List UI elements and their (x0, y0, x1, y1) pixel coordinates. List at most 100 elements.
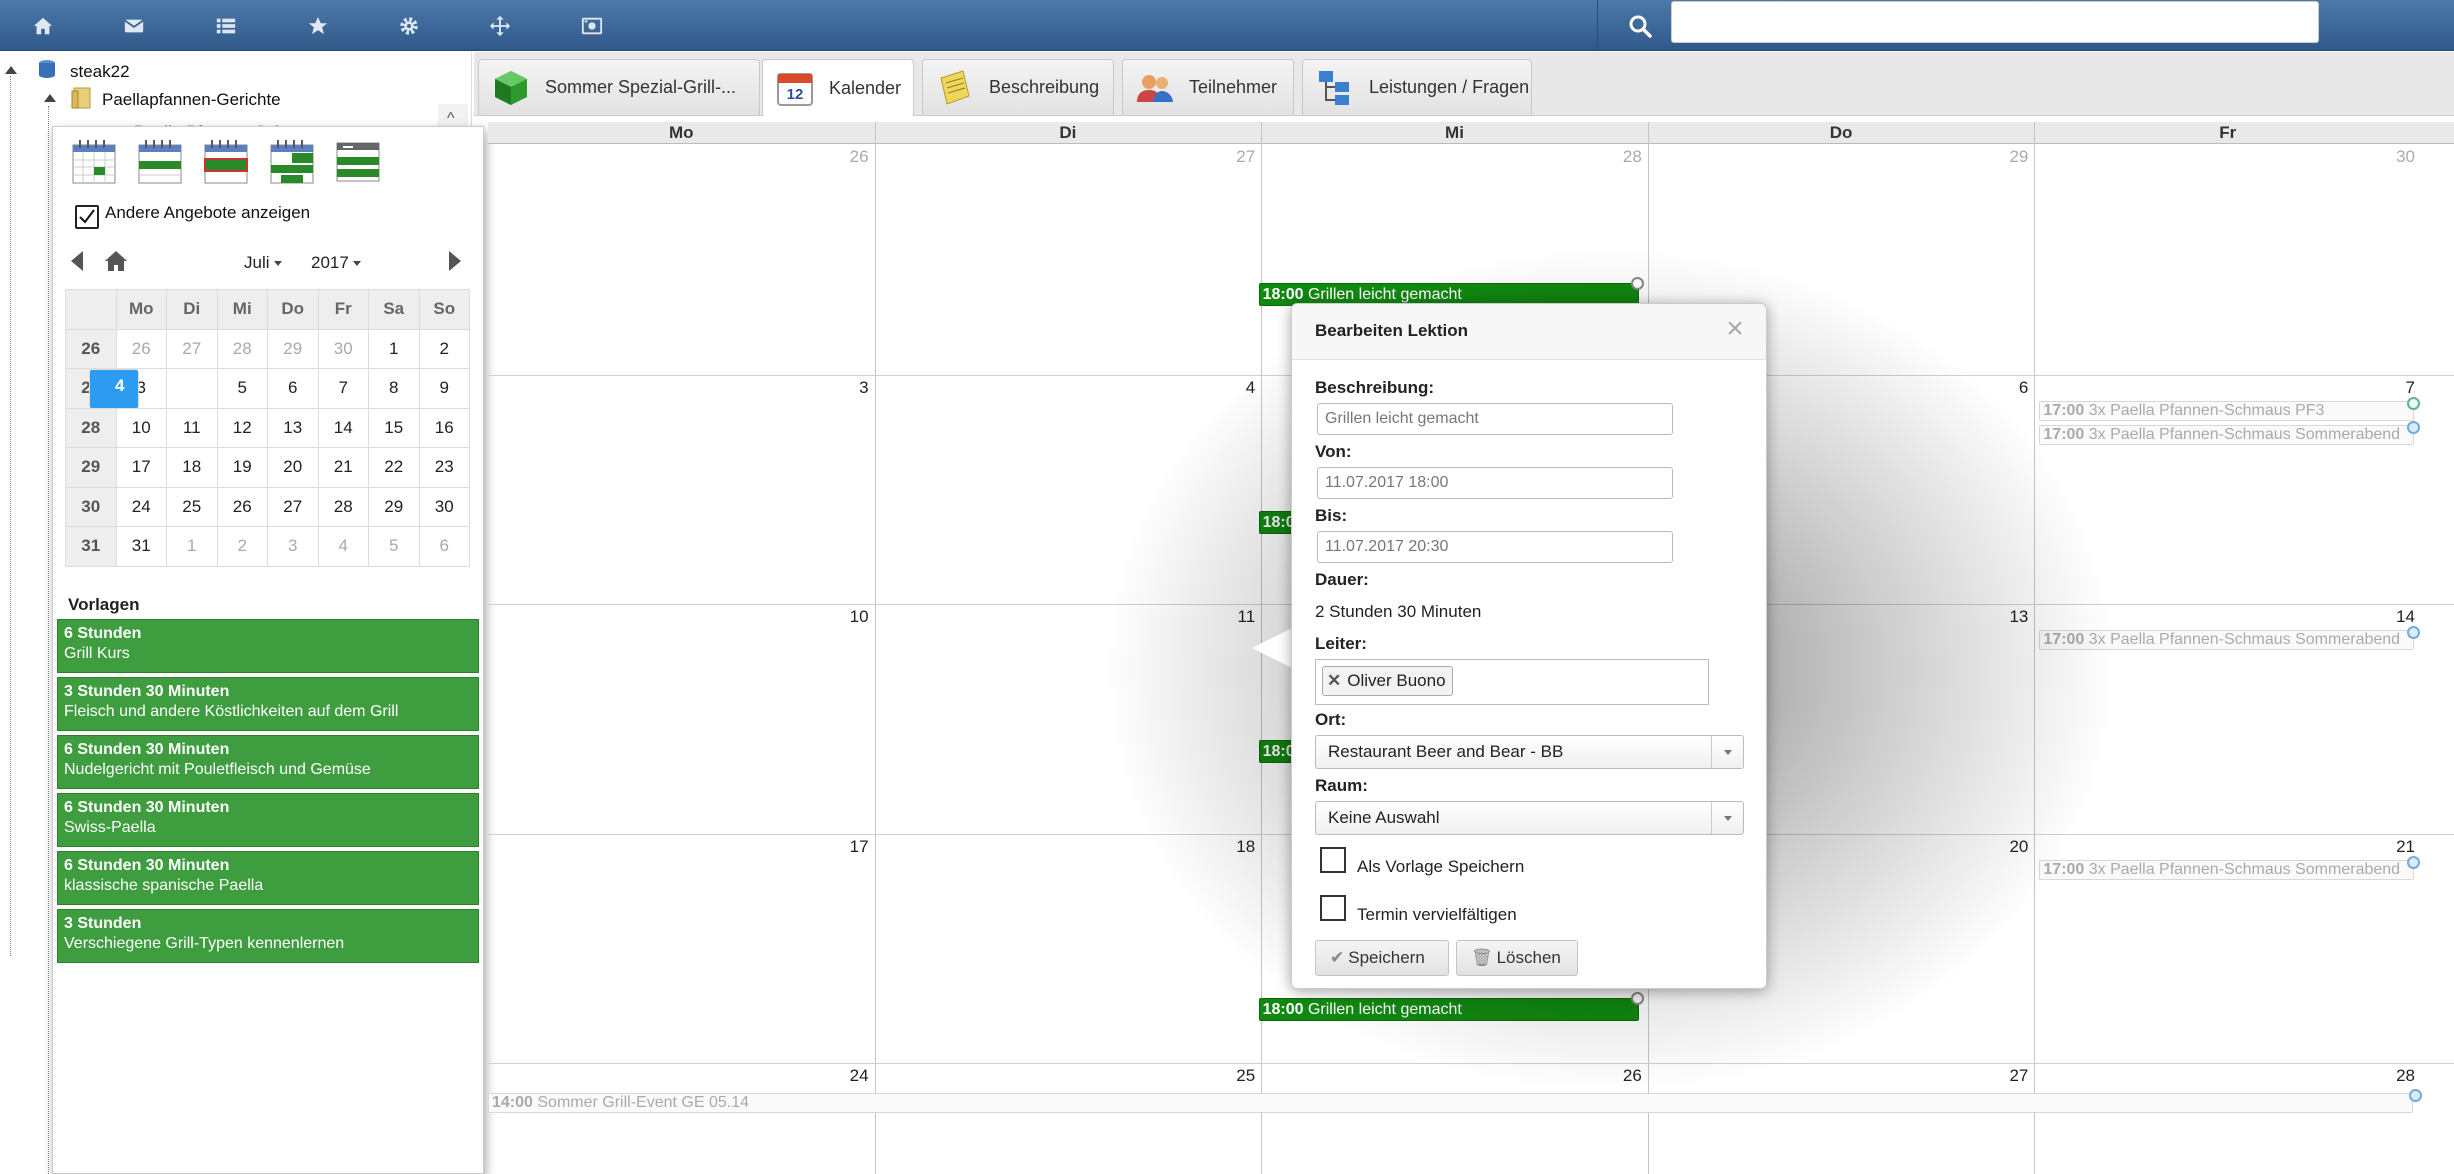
view-list-icon[interactable] (335, 137, 381, 185)
mini-day[interactable]: 17 (115, 447, 167, 488)
today-home-icon[interactable] (103, 249, 129, 273)
dropdown-arrow-icon[interactable] (1711, 736, 1743, 768)
mini-day[interactable]: 1 (166, 526, 218, 567)
mini-day[interactable]: 29 (368, 486, 420, 527)
mini-day[interactable]: 19 (216, 447, 268, 488)
search-icon[interactable] (1622, 8, 1658, 44)
tree-node-root[interactable]: steak22 (70, 62, 130, 82)
show-other-offers-label[interactable]: Andere Angebote anzeigen (105, 203, 310, 223)
dropdown-arrow-icon[interactable] (1711, 802, 1743, 834)
duplicate-appointment-checkbox[interactable] (1320, 895, 1346, 921)
close-icon[interactable]: × (1718, 312, 1752, 346)
mini-day[interactable]: 6 (418, 526, 470, 567)
mini-day[interactable]: 27 (267, 486, 319, 527)
from-datetime-input[interactable]: 11.07.2017 18:00 (1317, 467, 1673, 499)
template-item[interactable]: 3 Stunden Verschiegene Grill-Typen kennen… (57, 909, 479, 963)
mini-day[interactable]: 5 (216, 368, 268, 409)
duplicate-appointment-label[interactable]: Termin vervielfältigen (1357, 905, 1517, 925)
mini-day[interactable]: 23 (418, 447, 470, 488)
mini-day[interactable]: 24 (115, 486, 167, 527)
mini-day[interactable]: 2 (418, 328, 470, 369)
search-input[interactable] (1671, 1, 2319, 43)
template-item[interactable]: 3 Stunden 30 Minuten Fleisch und andere K… (57, 677, 479, 731)
template-item[interactable]: 6 Stunden 30 Minuten Swiss-Paella (57, 793, 479, 847)
mini-day[interactable]: 28 (317, 486, 369, 527)
location-select[interactable]: Restaurant Beer and Bear - BB (1315, 735, 1744, 769)
save-as-template-label[interactable]: Als Vorlage Speichern (1357, 857, 1524, 877)
to-datetime-input[interactable]: 11.07.2017 20:30 (1317, 531, 1673, 563)
leader-select[interactable]: ✕ Oliver Buono (1315, 659, 1709, 705)
tab-services[interactable]: Leistungen / Fragen (1302, 59, 1532, 115)
mini-day[interactable]: 20 (267, 447, 319, 488)
mini-day[interactable]: 15 (368, 407, 420, 448)
expand-toggle[interactable] (44, 94, 56, 102)
leader-tag[interactable]: ✕ Oliver Buono (1322, 666, 1453, 696)
mini-day[interactable]: 13 (267, 407, 319, 448)
view-month-icon[interactable] (71, 137, 117, 185)
mini-day[interactable]: 11 (166, 407, 218, 448)
mini-day[interactable]: 27 (166, 328, 218, 369)
mini-day[interactable]: 1 (368, 328, 420, 369)
mini-day[interactable]: 30 (418, 486, 470, 527)
calendar-day-number[interactable]: 30 (2034, 147, 2415, 167)
remove-tag-icon[interactable]: ✕ (1327, 671, 1341, 690)
tab-participants[interactable]: Teilnehmer (1122, 59, 1294, 115)
calendar-day-number[interactable]: 28 (1261, 147, 1642, 167)
mini-day[interactable]: 3 (267, 526, 319, 567)
calendar-day-number[interactable]: 17 (488, 837, 869, 857)
mini-day[interactable]: 25 (166, 486, 218, 527)
mini-day[interactable]: 2 (216, 526, 268, 567)
view-week-icon[interactable] (137, 137, 183, 185)
mini-day[interactable]: 22 (368, 447, 420, 488)
show-other-offers-checkbox[interactable] (75, 205, 99, 229)
mini-day[interactable]: 4 (317, 526, 369, 567)
mini-day[interactable]: 6 (267, 368, 319, 409)
description-input[interactable]: Grillen leicht gemacht (1317, 403, 1673, 435)
mini-day[interactable]: 5 (368, 526, 420, 567)
mini-day[interactable]: 7 (317, 368, 369, 409)
mini-day[interactable]: 4 (88, 369, 139, 409)
calendar-day-number[interactable]: 29 (1648, 147, 2028, 167)
template-item[interactable]: 6 Stunden 30 Minuten klassische spanische… (57, 851, 479, 905)
calendar-day-number[interactable]: 26 (488, 147, 869, 167)
mini-day[interactable]: 8 (368, 368, 420, 409)
template-item[interactable]: 6 Stunden Grill Kurs (57, 619, 479, 673)
calendar-day-number[interactable]: 27 (875, 147, 1255, 167)
mini-day[interactable]: 9 (418, 368, 470, 409)
save-button[interactable]: ✔ Speichern (1315, 940, 1449, 976)
next-month-arrow-icon[interactable] (449, 251, 461, 271)
gear-icon[interactable] (389, 8, 429, 44)
mail-icon[interactable] (114, 8, 154, 44)
mini-day[interactable]: 16 (418, 407, 470, 448)
tab-calendar[interactable]: 12 Kalender (762, 59, 914, 116)
year-select[interactable]: 2017 (311, 253, 361, 273)
room-select[interactable]: Keine Auswahl (1315, 801, 1744, 835)
template-item[interactable]: 6 Stunden 30 Minuten Nudelgericht mit Pou… (57, 735, 479, 789)
delete-button[interactable]: 🗑 Löschen (1456, 940, 1578, 976)
save-as-template-checkbox[interactable] (1320, 847, 1346, 873)
mini-day[interactable]: 14 (317, 407, 369, 448)
mini-day[interactable]: 10 (115, 407, 167, 448)
mini-day[interactable]: 12 (216, 407, 268, 448)
tree-node-folder[interactable]: Paellapfannen-Gerichte (102, 90, 281, 110)
mini-day[interactable]: 29 (267, 328, 319, 369)
view-multi-icon[interactable] (269, 137, 315, 185)
list-icon[interactable] (206, 8, 246, 44)
calendar-day-number[interactable]: 24 (488, 1066, 869, 1086)
screenshot-icon[interactable] (572, 8, 612, 44)
move-icon[interactable] (480, 8, 520, 44)
view-day-icon[interactable] (203, 137, 249, 185)
expand-toggle[interactable] (5, 66, 17, 74)
tab-course[interactable]: Sommer Spezial-Grill-... (478, 59, 760, 115)
star-icon[interactable] (298, 8, 338, 44)
mini-day[interactable]: 31 (115, 526, 167, 567)
calendar-day-number[interactable]: 10 (488, 607, 869, 627)
mini-day[interactable]: 21 (317, 447, 369, 488)
mini-day[interactable]: 30 (317, 328, 369, 369)
mini-day[interactable]: 26 (216, 486, 268, 527)
month-select[interactable]: Juli (244, 253, 282, 273)
mini-day[interactable]: 28 (216, 328, 268, 369)
tab-description[interactable]: Beschreibung (922, 59, 1114, 115)
calendar-day-number[interactable]: 3 (488, 378, 868, 398)
prev-month-arrow-icon[interactable] (71, 251, 83, 271)
